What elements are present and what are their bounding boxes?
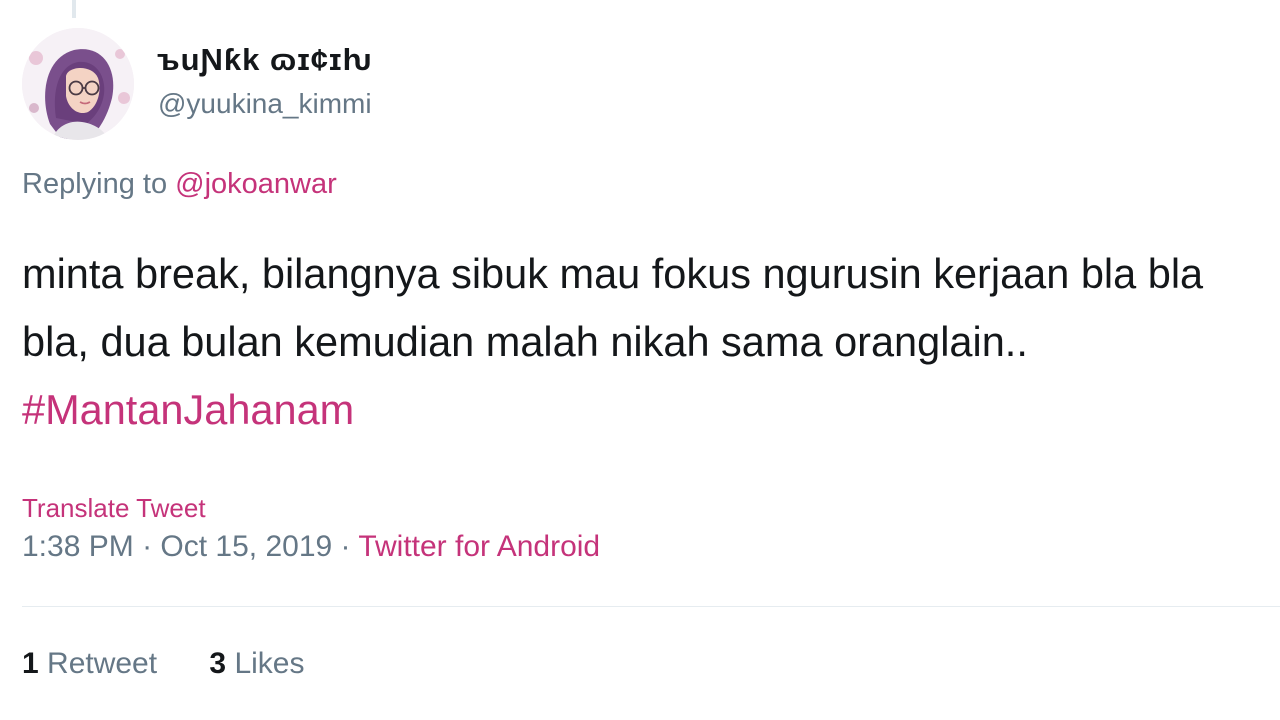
meta-separator: · bbox=[133, 530, 161, 563]
tweet-time[interactable]: 1:38 PM bbox=[22, 530, 134, 563]
thread-connector-line bbox=[72, 0, 76, 18]
retweets-count: 1 bbox=[22, 647, 39, 680]
author-handle[interactable]: @yuukina_kimmi bbox=[158, 88, 372, 120]
replying-to-label: Replying to bbox=[22, 168, 176, 200]
hijab-girl-avatar-icon bbox=[22, 28, 134, 140]
tweet-meta: 1:38 PM · Oct 15, 2019 · Twitter for And… bbox=[22, 530, 600, 564]
tweet-card: ъuƝƙk ɷɪ¢ɪƕ @yuukina_kimmi Replying to @… bbox=[0, 0, 1280, 720]
likes-label: Likes bbox=[226, 647, 305, 680]
retweets-stat[interactable]: 1 Retweet bbox=[22, 647, 157, 681]
tweet-text: minta break, bilangnya sibuk mau fokus n… bbox=[22, 240, 1272, 444]
retweets-label: Retweet bbox=[38, 647, 158, 680]
tweet-body-text: minta break, bilangnya sibuk mau fokus n… bbox=[22, 250, 1204, 365]
tweet-date[interactable]: Oct 15, 2019 bbox=[160, 530, 332, 563]
avatar[interactable] bbox=[22, 28, 134, 140]
tweet-stats: 1 Retweet 3 Likes bbox=[22, 647, 304, 681]
likes-count: 3 bbox=[209, 647, 227, 680]
replying-to-line: Replying to @jokoanwar bbox=[22, 168, 337, 201]
tweet-source-link[interactable]: Twitter for Android bbox=[358, 530, 600, 563]
divider bbox=[22, 606, 1280, 607]
translate-tweet-link[interactable]: Translate Tweet bbox=[22, 493, 206, 524]
reply-mention-link[interactable]: @jokoanwar bbox=[175, 168, 337, 200]
likes-stat[interactable]: 3 Likes bbox=[209, 647, 304, 681]
author-display-name[interactable]: ъuƝƙk ɷɪ¢ɪƕ bbox=[157, 42, 372, 78]
hashtag-link[interactable]: #MantanJahanam bbox=[22, 386, 354, 433]
meta-separator: · bbox=[332, 530, 359, 563]
